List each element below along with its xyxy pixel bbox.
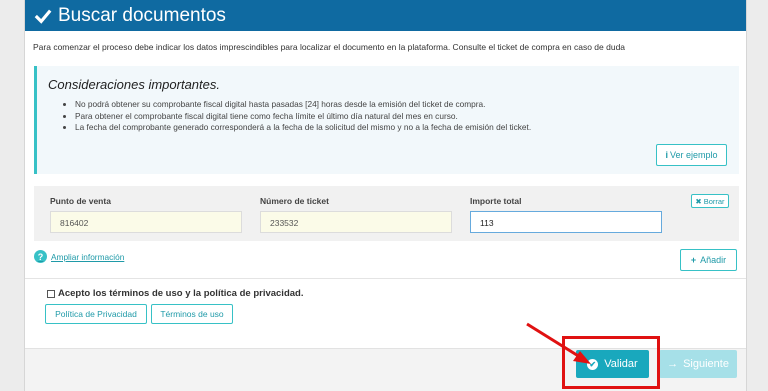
importe-total-input[interactable]: 113 xyxy=(470,211,662,233)
siguiente-button[interactable]: → Siguiente xyxy=(659,350,737,378)
list-item: No podrá obtener su comprobante fiscal d… xyxy=(75,99,531,111)
intro-text: Para comenzar el proceso debe indicar lo… xyxy=(33,42,626,52)
page-title: Buscar documentos xyxy=(58,4,226,26)
arrow-right-icon: → xyxy=(667,358,679,370)
terms-checkbox-row[interactable]: Acepto los términos de uso y la política… xyxy=(47,288,303,299)
considerations-title: Consideraciones importantes. xyxy=(48,77,220,92)
ampliar-informacion-link[interactable]: ? Ampliar información xyxy=(34,250,124,263)
checkmark-icon xyxy=(34,9,52,24)
anadir-button[interactable]: + Añadir xyxy=(680,249,737,271)
punto-de-venta-label: Punto de venta xyxy=(50,196,111,206)
list-item: Para obtener el comprobante fiscal digit… xyxy=(75,111,531,123)
close-icon: ✖ xyxy=(695,196,702,206)
importe-total-label: Importe total xyxy=(470,196,522,206)
panel-header: Buscar documentos xyxy=(25,0,746,31)
considerations-list: No podrá obtener su comprobante fiscal d… xyxy=(75,99,531,134)
divider xyxy=(25,278,746,279)
terms-checkbox[interactable] xyxy=(47,289,55,298)
terminos-uso-button[interactable]: Términos de uso xyxy=(151,304,233,324)
info-icon: i xyxy=(665,150,668,160)
punto-de-venta-input[interactable]: 816402 xyxy=(50,211,242,233)
search-documents-panel: Buscar documentos Para comenzar el proce… xyxy=(24,0,747,391)
validar-highlight-box xyxy=(562,336,660,389)
plus-icon: + xyxy=(690,255,697,265)
help-icon: ? xyxy=(34,250,47,263)
ver-ejemplo-button[interactable]: i Ver ejemplo xyxy=(656,144,727,166)
politica-privacidad-button[interactable]: Política de Privacidad xyxy=(45,304,147,324)
numero-ticket-label: Número de ticket xyxy=(260,196,329,206)
terms-label: Acepto los términos de uso y la política… xyxy=(58,288,304,299)
ticket-fields-row: Punto de venta 816402 Número de ticket 2… xyxy=(34,186,739,241)
list-item: La fecha del comprobante generado corres… xyxy=(75,122,531,134)
borrar-button[interactable]: ✖ Borrar xyxy=(691,194,729,208)
numero-ticket-input[interactable]: 233532 xyxy=(260,211,452,233)
considerations-box: Consideraciones importantes. No podrá ob… xyxy=(34,66,739,174)
